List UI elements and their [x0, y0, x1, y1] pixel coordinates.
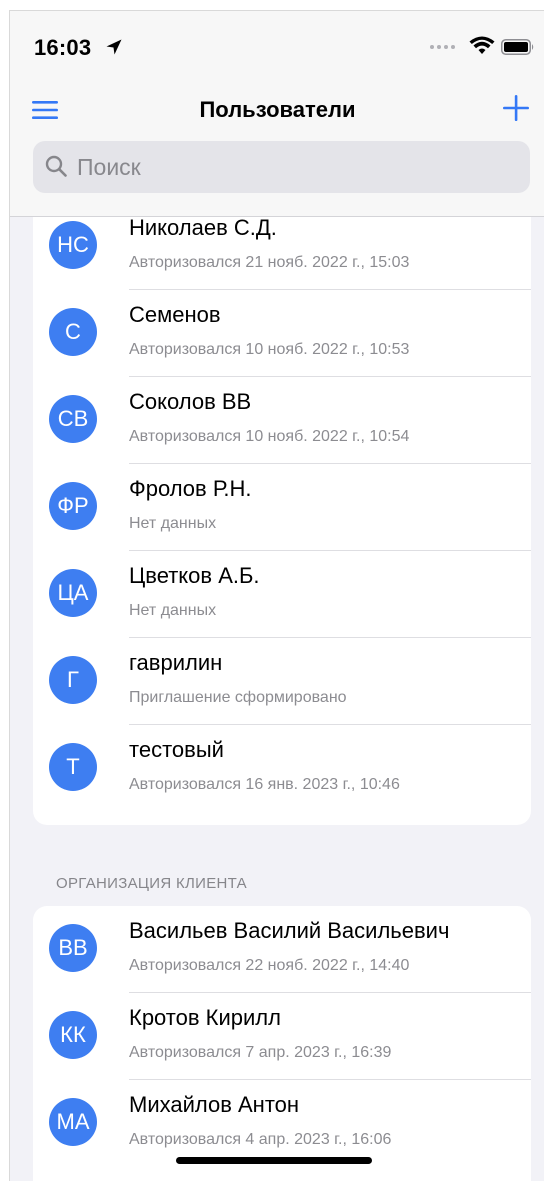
user-name: Фролов Р.Н. — [129, 476, 252, 501]
user-status: Нет данных — [129, 602, 217, 619]
search-input[interactable] — [77, 141, 517, 193]
user-group-card: НС Николаев С.Д. Авторизовался 21 нояб. … — [33, 217, 531, 825]
avatar: МА — [49, 1098, 97, 1146]
user-status: Приглашение сформировано — [129, 689, 347, 706]
user-status: Авторизовался 4 апр. 2023 г., 16:06 — [129, 1131, 392, 1148]
user-row[interactable]: Т тестовый Авторизовался 16 янв. 2023 г.… — [33, 725, 531, 812]
status-time: 16:03 — [34, 35, 92, 60]
user-row[interactable]: КК Кротов Кирилл Авторизовался 7 апр. 20… — [33, 993, 531, 1080]
user-row[interactable]: Г гаврилин Приглашение сформировано — [33, 638, 531, 725]
battery-icon — [501, 39, 534, 55]
user-status: Авторизовался 7 апр. 2023 г., 16:39 — [129, 1044, 392, 1061]
avatar: НС — [49, 221, 97, 269]
user-name: Васильев Василий Васильевич — [129, 918, 450, 943]
user-status: Авторизовался 16 янв. 2023 г., 10:46 — [129, 776, 400, 793]
avatar: С — [49, 308, 97, 356]
home-indicator[interactable] — [176, 1157, 372, 1164]
avatar: ВВ — [49, 924, 97, 972]
user-row[interactable]: ФР Фролов Р.Н. Нет данных — [33, 464, 531, 551]
user-name: Семенов — [129, 302, 221, 327]
app-screen: 16:03 Пользователи Поиск НС Николаев С.Д… — [9, 10, 544, 1181]
search-icon — [45, 155, 67, 177]
avatar: КК — [49, 1011, 97, 1059]
user-name: Цветков А.Б. — [129, 563, 260, 588]
avatar: Т — [49, 743, 97, 791]
user-name: тестовый — [129, 737, 224, 762]
user-status: Нет данных — [129, 515, 217, 532]
user-row[interactable]: ЦА Цветков А.Б. Нет данных — [33, 551, 531, 638]
user-row[interactable]: С Семенов Авторизовался 10 нояб. 2022 г.… — [33, 290, 531, 377]
user-group-card: ВВ Васильев Василий Васильевич Авторизов… — [33, 906, 531, 1181]
user-status: Авторизовался 10 нояб. 2022 г., 10:54 — [129, 428, 410, 445]
user-list[interactable]: НС Николаев С.Д. Авторизовался 21 нояб. … — [10, 217, 544, 1181]
avatar: ЦА — [49, 569, 97, 617]
user-status: Авторизовался 10 нояб. 2022 г., 10:53 — [129, 341, 410, 358]
status-bar: 16:03 — [10, 11, 544, 81]
user-name: Михайлов Антон — [129, 1092, 300, 1117]
user-row[interactable]: НС Николаев С.Д. Авторизовался 21 нояб. … — [33, 217, 531, 290]
user-name: Соколов ВВ — [129, 389, 252, 414]
wifi-icon — [469, 36, 495, 54]
user-name: Кротов Кирилл — [129, 1005, 281, 1030]
user-row[interactable]: СВ Соколов ВВ Авторизовался 10 нояб. 202… — [33, 377, 531, 464]
navigation-bar: Пользователи — [10, 81, 544, 217]
user-status: Авторизовался 22 нояб. 2022 г., 14:40 — [129, 957, 410, 974]
search-field[interactable] — [33, 141, 530, 193]
user-row[interactable]: МА Михайлов Антон Авторизовался 4 апр. 2… — [33, 1080, 531, 1167]
plus-icon[interactable] — [502, 94, 530, 122]
signal-dots-icon — [430, 45, 455, 49]
section-header: ОРГАНИЗАЦИЯ КЛИЕНТА — [56, 875, 247, 892]
avatar: ФР — [49, 482, 97, 530]
page-title: Пользователи — [199, 97, 356, 122]
location-arrow-icon — [106, 39, 122, 55]
user-row[interactable]: ВВ Васильев Василий Васильевич Авторизов… — [33, 906, 531, 993]
user-status: Авторизовался 21 нояб. 2022 г., 15:03 — [129, 254, 410, 271]
avatar: Г — [49, 656, 97, 704]
user-name: гаврилин — [129, 650, 223, 675]
user-name: Николаев С.Д. — [129, 217, 277, 240]
avatar: СВ — [49, 395, 97, 443]
